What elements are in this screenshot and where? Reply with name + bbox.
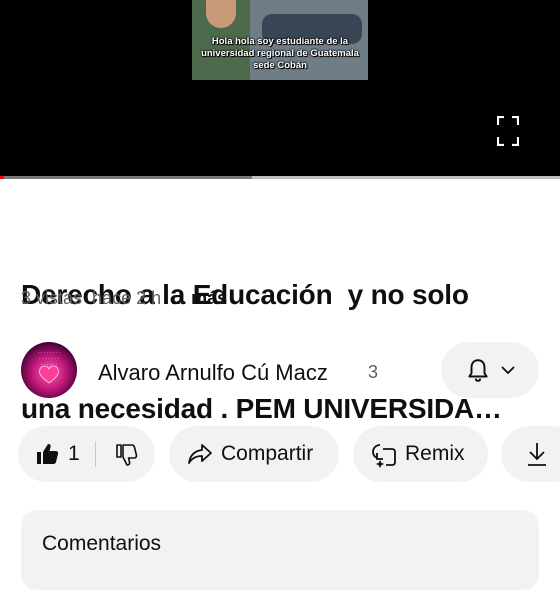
subscriber-count: 3 [368, 362, 379, 382]
video-frame: Hola hola soy estudiante de la universid… [192, 0, 368, 80]
like-dislike-group: 1 [18, 426, 155, 482]
heart-icon [39, 365, 59, 384]
download-icon [528, 443, 546, 466]
video-caption: Hola hola soy estudiante de la universid… [201, 36, 359, 71]
progress-fill [0, 176, 4, 179]
remix-icon [372, 444, 396, 468]
thumbs-down-icon [116, 444, 138, 466]
chevron-down-icon [501, 366, 515, 375]
like-count: 1 [68, 442, 80, 465]
share-button[interactable]: Compartir [169, 426, 339, 482]
action-bar: 1 Compartir Remix [0, 426, 560, 482]
progress-bar[interactable] [0, 176, 560, 179]
divider [95, 441, 96, 467]
view-count: 3 vistas [21, 288, 83, 308]
thumbs-up-icon [37, 444, 59, 464]
dislike-button[interactable] [102, 426, 155, 482]
notifications-button[interactable] [441, 342, 539, 398]
comments-label: Comentarios [42, 532, 162, 555]
video-meta[interactable]: 3 vistas hace 2 h ... más [21, 288, 227, 309]
video-player[interactable]: Hola hola soy estudiante de la universid… [0, 0, 560, 178]
channel-name[interactable]: Alvaro Arnulfo Cú Macz [98, 360, 328, 386]
buffer-bar [252, 176, 560, 179]
channel-row: · · · · · · · · · · · · · · · · · · · · · … [0, 340, 560, 402]
remix-label: Remix [405, 442, 465, 465]
bell-icon [468, 359, 488, 382]
upload-age: hace 2 h [92, 288, 162, 308]
share-label: Compartir [221, 442, 314, 465]
like-button[interactable]: 1 [18, 426, 102, 482]
download-button[interactable] [501, 426, 560, 482]
more-link[interactable]: ... más [171, 288, 227, 308]
avatar[interactable]: · · · · · · · · · · · · · · · · · · · · · [21, 342, 77, 398]
fullscreen-icon[interactable] [497, 116, 519, 146]
comments-panel[interactable]: Comentarios [21, 510, 539, 590]
share-icon [188, 444, 212, 464]
remix-button[interactable]: Remix [353, 426, 488, 482]
